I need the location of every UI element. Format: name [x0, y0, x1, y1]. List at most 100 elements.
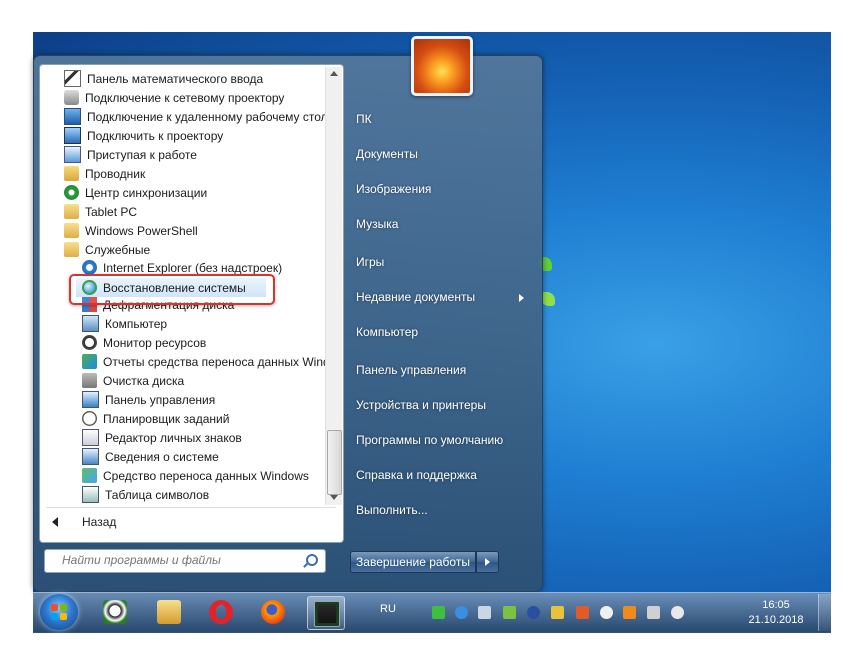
- clock-date: 21.10.2018: [748, 614, 804, 626]
- right-pane-item[interactable]: Компьютер: [356, 325, 418, 339]
- shutdown-options-button[interactable]: [476, 551, 499, 573]
- divider: [46, 507, 336, 508]
- right-pane-item[interactable]: Выполнить...: [356, 503, 428, 517]
- program-item[interactable]: Проводник: [40, 164, 325, 183]
- antivirus-icon[interactable]: [455, 606, 468, 619]
- right-pane-item[interactable]: Игры: [356, 255, 384, 269]
- program-item-label: Панель математического ввода: [87, 71, 264, 86]
- program-item-label: Восстановление системы: [103, 280, 246, 295]
- system-restore-icon: [82, 280, 97, 295]
- search-icon[interactable]: [306, 554, 318, 566]
- shutdown-button[interactable]: Завершение работы: [350, 551, 476, 573]
- scroll-down-icon[interactable]: [330, 495, 338, 500]
- program-item[interactable]: Панель математического ввода: [40, 69, 325, 88]
- computer-icon: [82, 315, 99, 332]
- taskbar-button[interactable]: [151, 596, 187, 628]
- right-pane-item[interactable]: ПК: [356, 112, 372, 126]
- program-item[interactable]: Редактор личных знаков: [40, 428, 325, 447]
- right-pane-item[interactable]: Устройства и принтеры: [356, 398, 486, 412]
- show-desktop-button[interactable]: [818, 594, 831, 631]
- back-arrow-icon: [52, 517, 58, 527]
- program-item[interactable]: Подключить к проектору: [40, 126, 325, 145]
- windows-logo-fragment: [541, 292, 555, 306]
- usb-icon[interactable]: [551, 606, 564, 619]
- taskbar-button[interactable]: [255, 596, 291, 628]
- taskbar-button[interactable]: [307, 596, 345, 630]
- program-item[interactable]: Очистка диска: [40, 371, 325, 390]
- program-item-label: Планировщик заданий: [103, 411, 230, 426]
- panda-icon: [103, 600, 127, 624]
- program-item-label: Подключение к сетевому проектору: [85, 90, 285, 105]
- flag-icon[interactable]: [600, 606, 613, 619]
- right-pane-item[interactable]: Справка и поддержка: [356, 468, 477, 482]
- right-pane-item[interactable]: Недавние документы: [356, 290, 475, 304]
- taskbar-button[interactable]: [203, 596, 239, 628]
- update-icon[interactable]: [576, 606, 589, 619]
- program-item[interactable]: Компьютер: [40, 314, 325, 333]
- windows-flag-icon: [51, 604, 58, 611]
- save-icon[interactable]: [527, 606, 540, 619]
- submenu-arrow-icon: [519, 294, 524, 302]
- back-button[interactable]: Назад: [52, 515, 116, 529]
- program-item[interactable]: Средство переноса данных Windows: [40, 466, 325, 485]
- program-item[interactable]: Сведения о системе: [40, 447, 325, 466]
- search-input[interactable]: [45, 550, 307, 570]
- disk-cleanup-icon: [82, 373, 97, 388]
- right-pane-item[interactable]: Панель управления: [356, 363, 466, 377]
- program-item-label: Средство переноса данных Windows: [103, 468, 309, 483]
- start-button[interactable]: [40, 594, 78, 630]
- taskbar-button[interactable]: [97, 596, 133, 628]
- program-item-label: Очистка диска: [103, 373, 185, 388]
- char-editor-icon: [82, 429, 99, 446]
- language-indicator[interactable]: RU: [380, 603, 396, 615]
- easy-transfer-icon: [82, 468, 97, 483]
- program-item-label: Internet Explorer (без надстроек): [103, 260, 283, 275]
- program-item-label: Tablet PC: [85, 204, 138, 219]
- windows-flag-icon: [51, 613, 58, 620]
- right-pane-item[interactable]: Изображения: [356, 182, 431, 196]
- windows-flag-icon: [60, 604, 67, 611]
- program-item-label: Центр синхронизации: [85, 185, 208, 200]
- program-item-label: Панель управления: [105, 392, 216, 407]
- settings-icon[interactable]: [478, 606, 491, 619]
- network-icon[interactable]: [432, 606, 445, 619]
- search-box[interactable]: [44, 549, 326, 573]
- right-pane-item[interactable]: Документы: [356, 147, 418, 161]
- signal-icon[interactable]: [647, 606, 660, 619]
- program-item[interactable]: Служебные: [40, 240, 325, 259]
- user-avatar[interactable]: [411, 36, 473, 96]
- scroll-up-icon[interactable]: [330, 71, 338, 76]
- resource-monitor-icon: [82, 335, 97, 350]
- program-item-label: Проводник: [85, 166, 146, 181]
- clock[interactable]: 16:05 21.10.2018: [742, 598, 810, 628]
- remote-desktop-icon: [64, 108, 81, 125]
- nvidia-icon[interactable]: [503, 606, 516, 619]
- folder-open-icon: [64, 242, 79, 257]
- program-item[interactable]: Windows PowerShell: [40, 221, 325, 240]
- volume-icon[interactable]: [671, 606, 684, 619]
- program-item[interactable]: Отчеты средства переноса данных Windo: [40, 352, 325, 371]
- task-scheduler-icon: [82, 411, 97, 426]
- program-item[interactable]: Tablet PC: [40, 202, 325, 221]
- program-item[interactable]: Подключение к сетевому проектору: [40, 88, 325, 107]
- program-item-system-restore[interactable]: Восстановление системы: [76, 278, 266, 297]
- file-explorer-icon: [157, 600, 181, 624]
- program-item[interactable]: Приступая к работе: [40, 145, 325, 164]
- firefox-icon: [261, 600, 285, 624]
- program-item-label: Компьютер: [105, 316, 168, 331]
- avast-icon[interactable]: [623, 606, 636, 619]
- getting-started-icon: [64, 146, 81, 163]
- scroll-thumb[interactable]: [327, 430, 342, 495]
- programs-scrollbar[interactable]: [325, 67, 342, 505]
- right-pane-item[interactable]: Программы по умолчанию: [356, 433, 503, 447]
- program-item[interactable]: Таблица символов: [40, 485, 325, 504]
- program-item[interactable]: Планировщик заданий: [40, 409, 325, 428]
- projector-icon: [64, 127, 81, 144]
- program-item[interactable]: Монитор ресурсов: [40, 333, 325, 352]
- program-item[interactable]: Центр синхронизации: [40, 183, 325, 202]
- program-item[interactable]: Панель управления: [40, 390, 325, 409]
- program-item-label: Монитор ресурсов: [103, 335, 207, 350]
- right-pane-item[interactable]: Музыка: [356, 217, 398, 231]
- transfer-report-icon: [82, 354, 97, 369]
- program-item[interactable]: Подключение к удаленному рабочему стол: [40, 107, 325, 126]
